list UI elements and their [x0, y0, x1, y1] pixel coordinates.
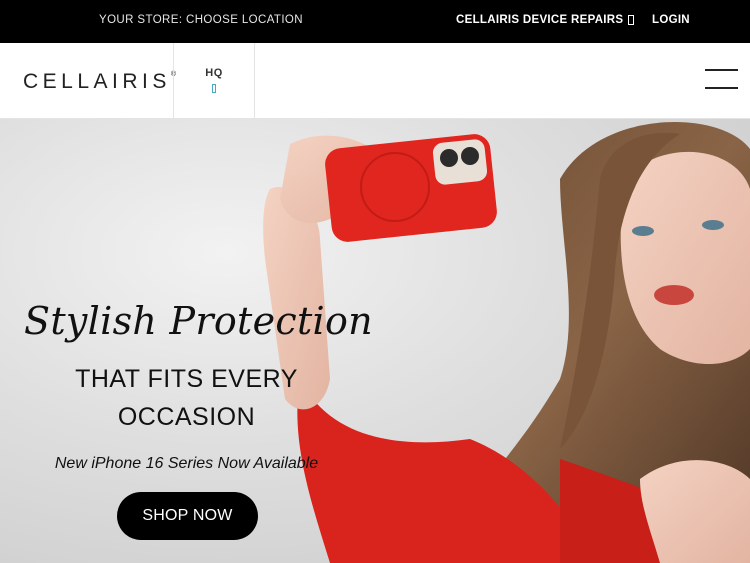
store-location-selector[interactable]: HQ: [173, 43, 255, 118]
hero-subline-1: THAT FITS EVERY: [75, 365, 298, 393]
shop-now-button[interactable]: SHOP NOW: [117, 492, 258, 540]
device-repairs-label: CELLAIRIS DEVICE REPAIRS: [456, 14, 624, 26]
hero-tagline: New iPhone 16 Series Now Available: [54, 455, 319, 472]
hamburger-menu-icon[interactable]: [705, 69, 738, 91]
hero-headline: Stylish Protection: [24, 299, 373, 343]
choose-location-link[interactable]: YOUR STORE: CHOOSE LOCATION: [99, 14, 303, 26]
device-repairs-link[interactable]: CELLAIRIS DEVICE REPAIRS: [456, 14, 635, 26]
location-label: HQ: [205, 67, 223, 79]
top-utility-bar: YOUR STORE: CHOOSE LOCATION CELLAIRIS DE…: [0, 0, 750, 43]
external-link-icon: [628, 15, 635, 25]
hero-banner: Stylish Protection THAT FITS EVERY OCCAS…: [0, 119, 750, 563]
hero-subline-2: OCCASION: [117, 403, 256, 431]
map-pin-icon: [212, 84, 216, 93]
login-link[interactable]: LOGIN: [652, 14, 690, 26]
phone-case-image: [325, 134, 497, 242]
logo-text: CELLAIRIS: [23, 70, 171, 93]
site-header: CELLAIRIS® HQ: [0, 43, 750, 119]
cellairis-logo[interactable]: CELLAIRIS®: [23, 70, 176, 94]
